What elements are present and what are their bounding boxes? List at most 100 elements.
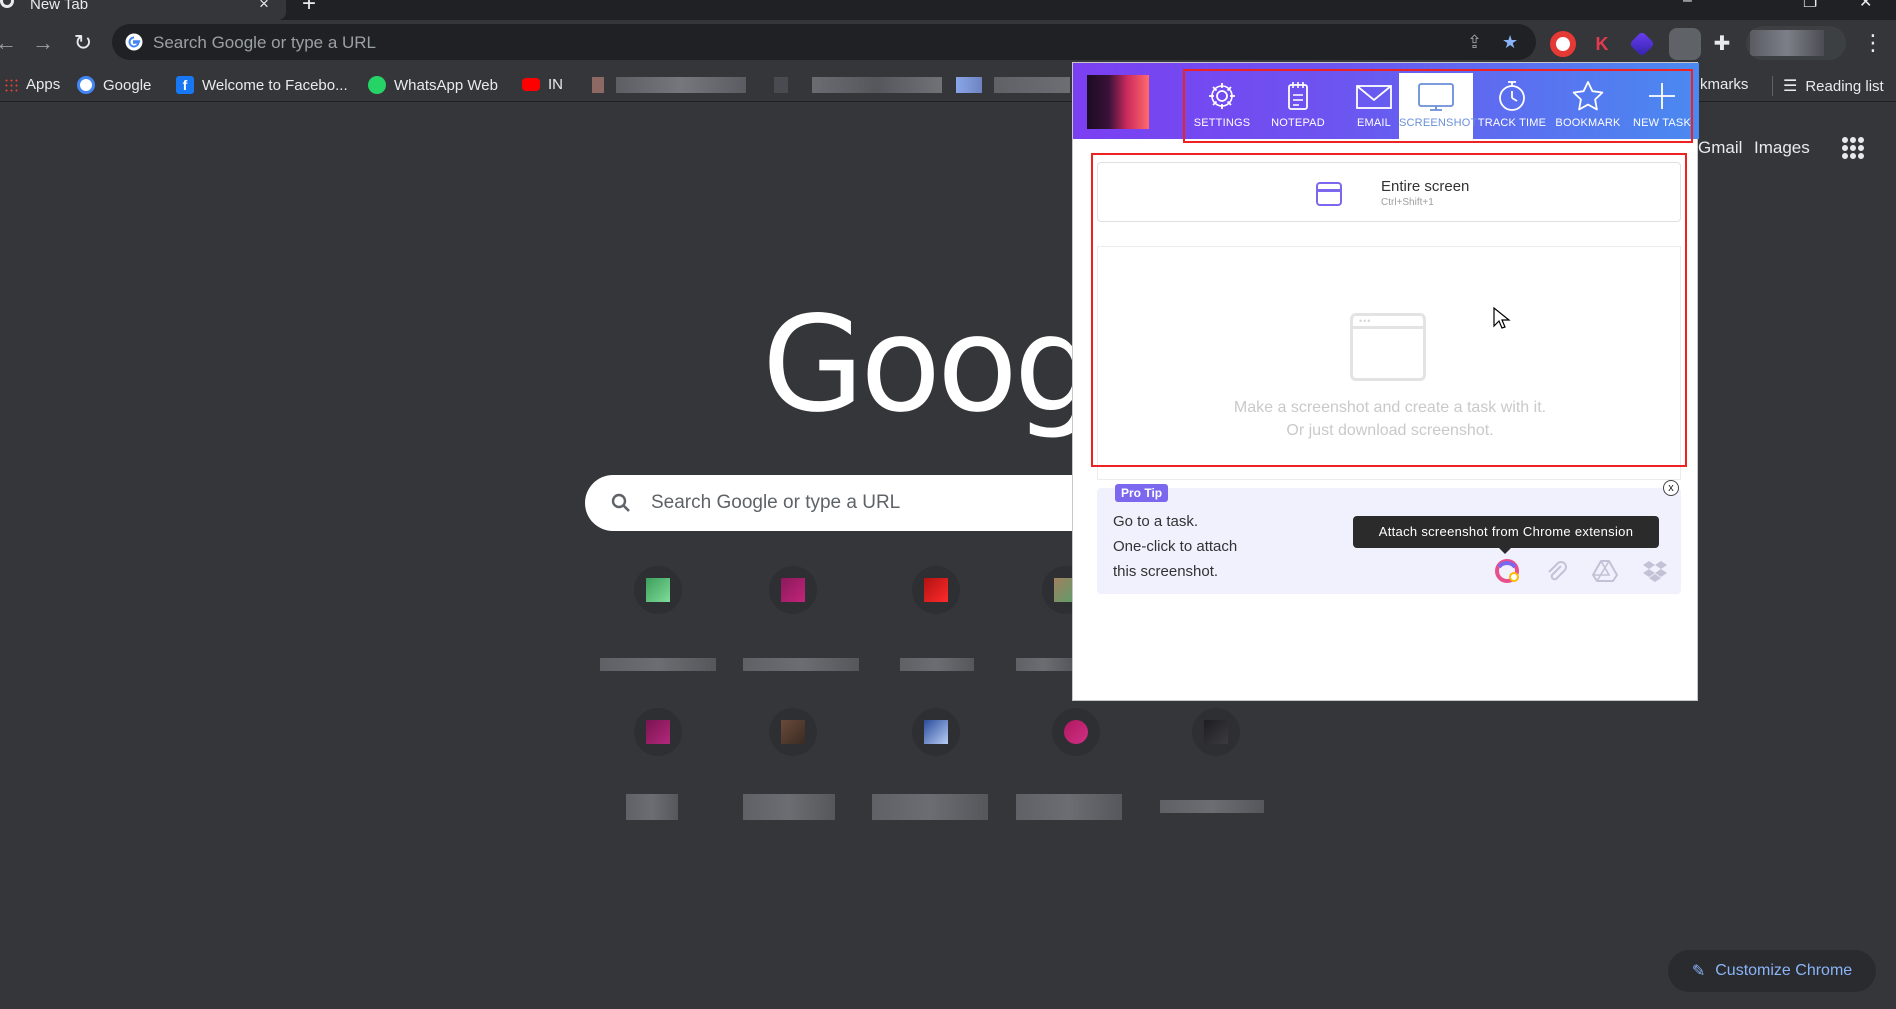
star-icon — [1572, 81, 1604, 111]
bookmark-apps[interactable]: Apps — [4, 76, 60, 93]
forward-arrow-icon[interactable]: → — [29, 30, 57, 56]
purple-extension-icon[interactable] — [1629, 31, 1655, 57]
pencil-icon: ✎ — [1691, 963, 1706, 980]
customize-chrome-button[interactable]: ✎ Customize Chrome — [1668, 950, 1876, 992]
shortcut-tile[interactable] — [743, 566, 859, 676]
bookmark-label: Welcome to Facebo... — [202, 76, 348, 94]
bookmark-youtube[interactable]: IN — [522, 76, 563, 93]
shortcut-label — [1160, 800, 1264, 813]
nav-label: SETTINGS — [1193, 117, 1251, 129]
paperclip-icon[interactable] — [1543, 558, 1569, 584]
pro-tip-line: Go to a task. — [1113, 513, 1199, 530]
apps-grid-icon — [4, 77, 18, 92]
bookmark-whatsapp[interactable]: WhatsApp Web — [368, 76, 498, 94]
pro-tip-close-button[interactable]: x — [1663, 480, 1679, 496]
shortcut-favicon — [912, 708, 960, 756]
bookmark-label: IN — [548, 76, 563, 93]
pro-tip-line: One-click to attach — [1113, 538, 1238, 555]
stopwatch-icon — [1499, 81, 1525, 111]
chrome-menu-icon[interactable]: ⋮ — [1862, 30, 1884, 56]
blurred-bookmark[interactable] — [956, 77, 982, 93]
nav-track-time[interactable]: TRACK TIME — [1475, 73, 1549, 137]
shortcut-label — [1016, 794, 1122, 820]
nav-label: TRACK TIME — [1477, 117, 1547, 129]
facebook-icon: f — [176, 76, 194, 94]
omnibox-placeholder: Search Google or type a URL — [153, 33, 377, 52]
profile-button[interactable] — [1746, 26, 1846, 60]
close-window-icon[interactable]: ✕ — [1859, 0, 1872, 12]
profile-avatar — [1750, 30, 1824, 56]
bookmark-facebook[interactable]: f Welcome to Facebo... — [176, 76, 348, 94]
blurred-bookmark[interactable] — [592, 77, 604, 93]
back-arrow-icon[interactable]: ← — [0, 30, 20, 56]
search-placeholder: Search Google or type a URL — [651, 492, 901, 513]
shortcut-favicon — [912, 566, 960, 614]
share-icon[interactable]: ⇪ — [1467, 32, 1482, 53]
new-tab-button[interactable]: + — [302, 0, 316, 18]
dropbox-icon[interactable] — [1642, 558, 1668, 584]
gmail-link[interactable]: Gmail — [1698, 138, 1742, 158]
nav-settings[interactable]: SETTINGS — [1185, 73, 1259, 137]
blurred-bookmark[interactable] — [812, 77, 942, 93]
clickup-extension-popup: SETTINGS NOTEPAD EMAIL SCREENSHOT TRACK … — [1072, 62, 1699, 701]
shortcut-tile[interactable] — [1016, 708, 1126, 820]
shortcut-favicon — [769, 566, 817, 614]
nav-bookmark[interactable]: BOOKMARK — [1551, 73, 1625, 137]
omnibox[interactable]: Search Google or type a URL ⇪ ★ — [112, 24, 1536, 60]
nav-screenshot[interactable]: SCREENSHOT — [1399, 73, 1478, 139]
shortcut-tile[interactable] — [600, 566, 716, 676]
restore-icon[interactable]: ❐ — [1803, 0, 1817, 12]
nav-new-task[interactable]: NEW TASK — [1625, 73, 1699, 137]
shortcut-tile[interactable] — [743, 708, 843, 820]
shortcut-tile[interactable] — [872, 708, 988, 820]
k-extension-icon[interactable]: K — [1589, 31, 1615, 57]
shortcut-label — [872, 794, 988, 820]
images-link[interactable]: Images — [1754, 138, 1810, 158]
bookmark-label: Apps — [26, 76, 61, 93]
reload-icon[interactable]: ↻ — [69, 30, 97, 56]
shortcut-label — [600, 658, 716, 671]
reading-list-icon: ☰ — [1783, 78, 1798, 95]
gear-icon — [1209, 83, 1235, 109]
shortcut-label — [626, 794, 678, 820]
user-avatar[interactable] — [1087, 75, 1149, 129]
minimize-icon[interactable]: ‒ — [1683, 0, 1692, 10]
bookmark-google[interactable]: Google — [77, 76, 151, 94]
monitor-icon — [1418, 83, 1454, 111]
shortcut-tile[interactable] — [1160, 708, 1266, 818]
shortcut-tile[interactable] — [886, 566, 986, 676]
tab-title: New Tab — [30, 0, 89, 13]
google-apps-icon[interactable] — [1842, 137, 1864, 159]
shortcut-label — [1016, 658, 1072, 671]
tab-strip: New Tab × + ‒ ❐ ✕ — [0, 0, 1896, 20]
email-icon — [1356, 85, 1392, 109]
nav-notepad[interactable]: NOTEPAD — [1261, 73, 1335, 137]
tab-close-button[interactable]: × — [259, 0, 269, 14]
shortcut-favicon — [634, 566, 682, 614]
tab-new-tab[interactable]: New Tab × — [0, 0, 286, 20]
pro-tip-badge: Pro Tip — [1115, 484, 1169, 502]
customize-chrome-label: Customize Chrome — [1715, 962, 1853, 979]
google-drive-icon[interactable] — [1592, 558, 1618, 584]
clickup-logo-icon[interactable] — [1494, 558, 1520, 584]
puzzle-extensions-icon[interactable]: ✚ — [1709, 31, 1735, 57]
reading-list-label: Reading list — [1805, 77, 1884, 95]
nav-label: SCREENSHOT — [1399, 117, 1478, 129]
plus-icon — [1649, 83, 1675, 109]
clickup-extension-icon[interactable] — [1669, 28, 1701, 60]
bookmark-all-bookmarks[interactable]: kmarks — [1700, 76, 1748, 93]
blurred-bookmark[interactable] — [616, 77, 746, 93]
nav-label: BOOKMARK — [1555, 117, 1621, 129]
pokeball-extension-icon[interactable] — [1550, 31, 1576, 57]
browser-toolbar: ← → ↻ Search Google or type a URL ⇪ ★ K … — [0, 20, 1896, 68]
bookmark-label: Google — [103, 76, 152, 94]
shortcut-label — [900, 658, 974, 671]
bookmark-star-icon[interactable]: ★ — [1502, 32, 1518, 53]
search-icon — [611, 493, 630, 512]
shortcut-tile[interactable] — [608, 708, 708, 820]
blurred-bookmark[interactable] — [994, 77, 1070, 93]
blurred-bookmark[interactable] — [774, 77, 788, 93]
chrome-tab-icon — [0, 0, 14, 8]
reading-list-button[interactable]: ☰ Reading list — [1772, 76, 1884, 96]
bookmark-label: WhatsApp Web — [394, 76, 498, 94]
